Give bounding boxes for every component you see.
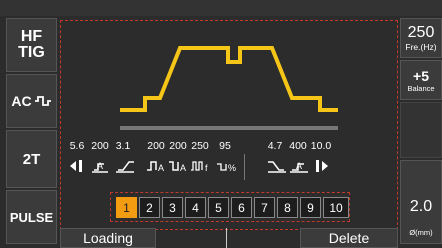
memory-slot-1[interactable]: 1 <box>116 197 137 218</box>
base-current-icon: A <box>169 161 186 173</box>
loading-label: Loading <box>83 230 133 246</box>
memory-slot-5[interactable]: 5 <box>208 197 229 218</box>
frequency-button[interactable]: 250 Fre.(Hz) <box>400 18 442 58</box>
param-value-4: 200 <box>147 140 165 152</box>
waveform-graph <box>120 46 338 130</box>
pulse-frequency-icon: f <box>191 161 208 173</box>
parameter-values: 5.6 200 3.1 200 200 250 95 4.7 400 10.0 <box>68 140 388 154</box>
memory-slot-2[interactable]: 2 <box>139 197 160 218</box>
memory-slot-10[interactable]: 10 <box>323 197 349 218</box>
balance-button[interactable]: +5 Balance <box>400 60 442 100</box>
pulse-a1-text: A <box>158 163 164 173</box>
balance-value: +5 <box>413 67 429 84</box>
crater-a-text: A <box>296 161 302 171</box>
diameter-value: 2.0 <box>409 198 433 215</box>
delete-label: Delete <box>328 230 370 246</box>
param-value-6: 250 <box>191 140 209 152</box>
balance-pct-text: % <box>228 163 236 173</box>
pulse-f-text: f <box>205 163 208 173</box>
pulse-balance-icon: % <box>217 163 236 173</box>
ac-label: AC <box>11 93 32 109</box>
param-value-10: 10.0 <box>310 140 332 152</box>
diameter-unit: Ø(mm) <box>409 228 433 237</box>
ac-wave-icon <box>34 96 51 106</box>
start-current-icon: A <box>92 161 108 173</box>
start-a-text: A <box>97 161 103 171</box>
trigger-mode-button[interactable]: 2T <box>6 130 57 188</box>
memory-slot-3[interactable]: 3 <box>162 197 183 218</box>
delete-button[interactable]: Delete <box>300 228 398 248</box>
pre-gas-icon <box>70 160 82 172</box>
param-separator <box>244 154 245 180</box>
param-value-7: 95 <box>219 140 231 152</box>
tig-label: TIG <box>18 44 45 61</box>
bottom-divider <box>226 228 227 248</box>
param-value-3: 3.1 <box>115 140 131 152</box>
loading-button[interactable]: Loading <box>60 228 156 248</box>
memory-slots: 1 2 3 4 5 6 7 8 9 10 <box>116 197 349 218</box>
right-empty-slot <box>400 102 442 158</box>
balance-label: Balance <box>407 83 435 93</box>
pulse-a2-text: A <box>180 163 186 173</box>
peak-current-icon: A <box>147 161 164 173</box>
parameter-icons: A A A f % A <box>68 154 388 180</box>
frequency-unit: Fre.(Hz) <box>405 42 437 52</box>
post-gas-icon <box>316 160 328 172</box>
ac-button[interactable]: AC <box>6 74 57 128</box>
param-value-1: 5.6 <box>69 140 85 152</box>
memory-slot-8[interactable]: 8 <box>277 197 298 218</box>
progress-track <box>120 126 338 130</box>
diameter-button[interactable]: 2.0 Ø(mm) <box>400 160 442 244</box>
hf-tig-button[interactable]: HF TIG <box>6 18 57 72</box>
pulse-label: PULSE <box>9 209 54 225</box>
downslope-icon <box>268 161 286 173</box>
memory-slot-7[interactable]: 7 <box>254 197 275 218</box>
upslope-icon <box>116 161 134 173</box>
pulse-button[interactable]: PULSE <box>6 190 57 244</box>
param-value-2: 200 <box>91 140 109 152</box>
param-value-9: 400 <box>289 140 307 152</box>
param-value-5: 200 <box>169 140 187 152</box>
waveform-line <box>120 46 338 112</box>
trigger-mode-label: 2T <box>22 150 41 168</box>
memory-slot-9[interactable]: 9 <box>300 197 321 218</box>
top-strip <box>0 0 442 16</box>
param-value-8: 4.7 <box>267 140 283 152</box>
crater-current-icon: A <box>290 161 308 173</box>
hf-label: HF <box>20 28 43 45</box>
frequency-value: 250 <box>407 24 435 41</box>
memory-slot-4[interactable]: 4 <box>185 197 206 218</box>
memory-slot-6[interactable]: 6 <box>231 197 252 218</box>
